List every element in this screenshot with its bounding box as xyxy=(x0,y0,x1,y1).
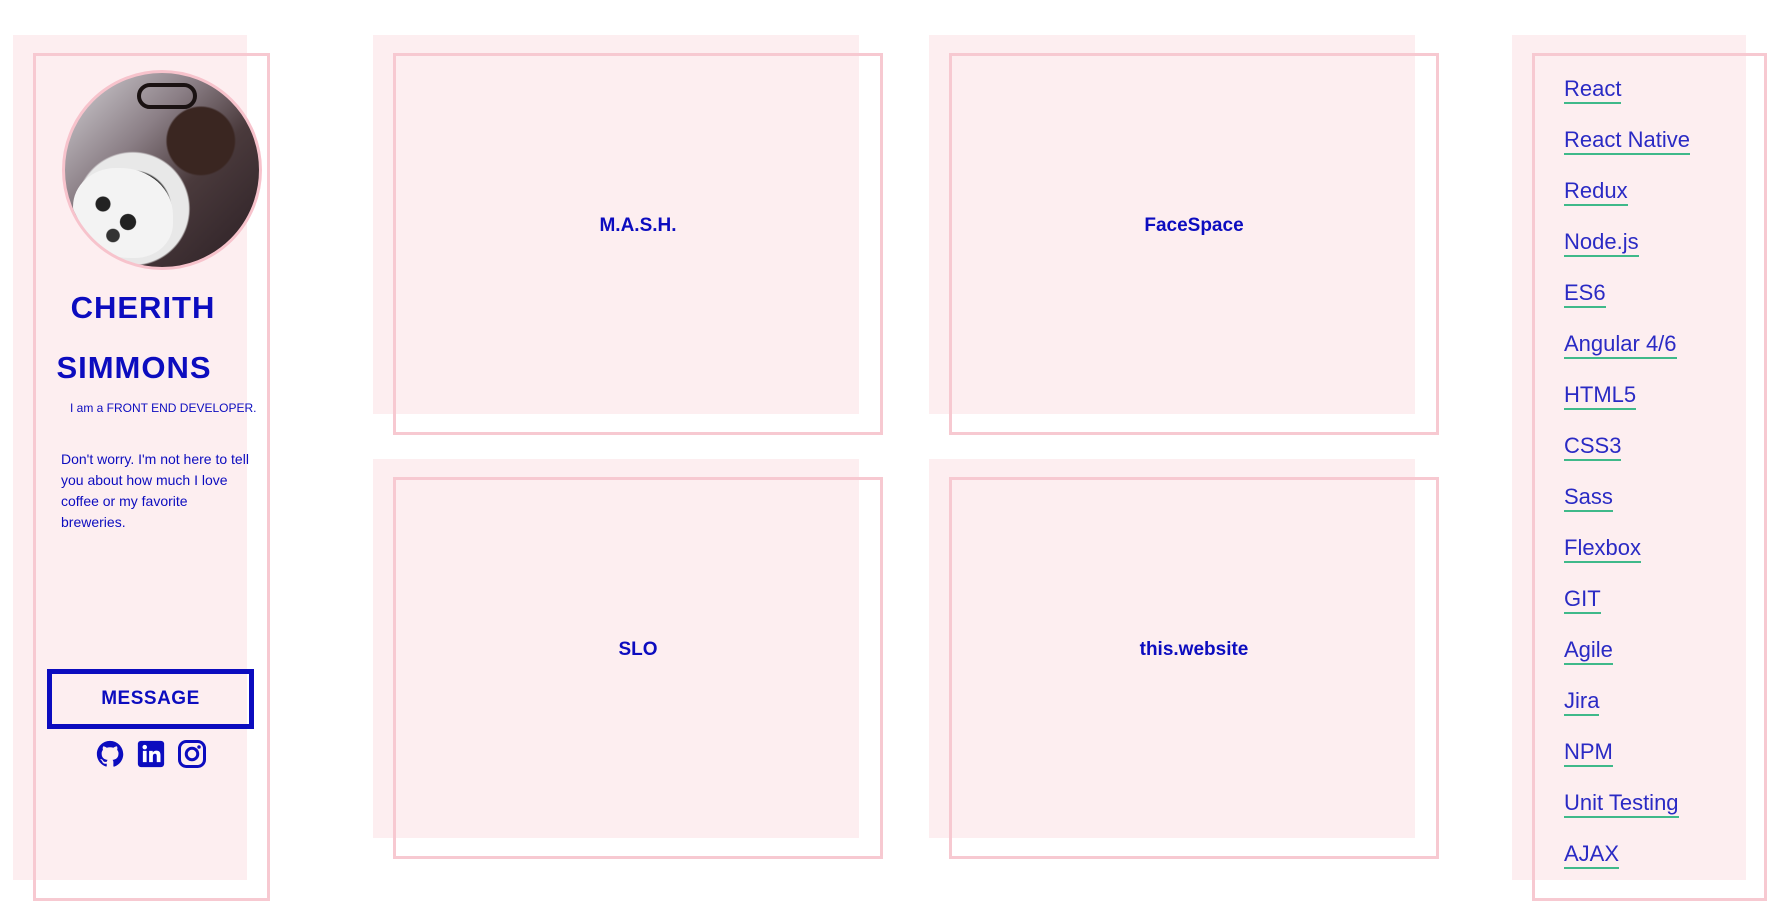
skill-link-html5[interactable]: HTML5 xyxy=(1564,382,1637,410)
instagram-link[interactable] xyxy=(177,739,207,769)
skill-link-flexbox[interactable]: Flexbox xyxy=(1564,535,1642,563)
project-title-text: SLO xyxy=(618,639,658,660)
skill-item: Angular 4/6 xyxy=(1564,331,1690,382)
skill-item: Agile xyxy=(1564,637,1690,688)
skill-link-css3[interactable]: CSS3 xyxy=(1564,433,1622,461)
project-title-text: this.website xyxy=(1139,639,1249,660)
bio-text: Don't worry. I'm not here to tell you ab… xyxy=(61,451,249,530)
project-title: SLO xyxy=(393,477,883,859)
skill-link-es6[interactable]: ES6 xyxy=(1564,280,1606,308)
first-name-heading: CHERITH xyxy=(70,290,216,325)
tagline: I am a FRONT END DEVELOPER. xyxy=(70,401,257,415)
skill-link-agile[interactable]: Agile xyxy=(1564,637,1613,665)
project-card-slo[interactable]: SLO xyxy=(373,459,883,859)
skill-item: GIT xyxy=(1564,586,1690,637)
skill-link-angular[interactable]: Angular 4/6 xyxy=(1564,331,1677,359)
skill-item: NPM xyxy=(1564,739,1690,790)
skill-item: Sass xyxy=(1564,484,1690,535)
skill-link-sass[interactable]: Sass xyxy=(1564,484,1613,512)
github-link[interactable] xyxy=(95,739,125,769)
project-title: this.website xyxy=(949,477,1439,859)
skill-item: Jira xyxy=(1564,688,1690,739)
skill-item: CSS3 xyxy=(1564,433,1690,484)
skill-link-react-native[interactable]: React Native xyxy=(1564,127,1690,155)
avatar-glasses xyxy=(137,83,197,109)
skill-item: Redux xyxy=(1564,178,1690,229)
skills-panel: React React Native Redux Node.js ES6 Ang… xyxy=(1512,35,1767,901)
skill-item: Flexbox xyxy=(1564,535,1690,586)
message-button[interactable]: MESSAGE xyxy=(47,669,254,729)
project-title-text: M.A.S.H. xyxy=(599,215,677,236)
github-icon xyxy=(96,740,124,767)
skill-item: HTML5 xyxy=(1564,382,1690,433)
linkedin-icon xyxy=(137,740,165,768)
skill-item: ES6 xyxy=(1564,280,1690,331)
skill-item: AJAX xyxy=(1564,841,1690,892)
last-name-heading: SIMMONS xyxy=(56,350,212,385)
project-title: FaceSpace xyxy=(949,53,1439,435)
skill-link-react[interactable]: React xyxy=(1564,76,1622,104)
social-links xyxy=(95,739,207,769)
skill-item: Node.js xyxy=(1564,229,1690,280)
skill-link-jira[interactable]: Jira xyxy=(1564,688,1600,716)
avatar xyxy=(62,70,262,270)
skills-list: React React Native Redux Node.js ES6 Ang… xyxy=(1564,76,1690,892)
project-card-mash[interactable]: M.A.S.H. xyxy=(373,35,883,435)
skill-item: Unit Testing xyxy=(1564,790,1690,841)
linkedin-link[interactable] xyxy=(136,739,166,769)
skill-link-nodejs[interactable]: Node.js xyxy=(1564,229,1639,257)
project-title: M.A.S.H. xyxy=(393,53,883,435)
skill-link-ajax[interactable]: AJAX xyxy=(1564,841,1620,869)
instagram-icon xyxy=(178,740,206,768)
skill-link-git[interactable]: GIT xyxy=(1564,586,1601,614)
skill-item: React Native xyxy=(1564,127,1690,178)
skill-item: React xyxy=(1564,76,1690,127)
skill-link-unit-testing[interactable]: Unit Testing xyxy=(1564,790,1679,818)
skill-link-redux[interactable]: Redux xyxy=(1564,178,1628,206)
profile-panel: CHERITH SIMMONS I am a FRONT END DEVELOP… xyxy=(13,35,270,901)
project-card-facespace[interactable]: FaceSpace xyxy=(929,35,1439,435)
project-card-this-website[interactable]: this.website xyxy=(929,459,1439,859)
project-title-text: FaceSpace xyxy=(1144,215,1244,236)
skill-link-npm[interactable]: NPM xyxy=(1564,739,1613,767)
